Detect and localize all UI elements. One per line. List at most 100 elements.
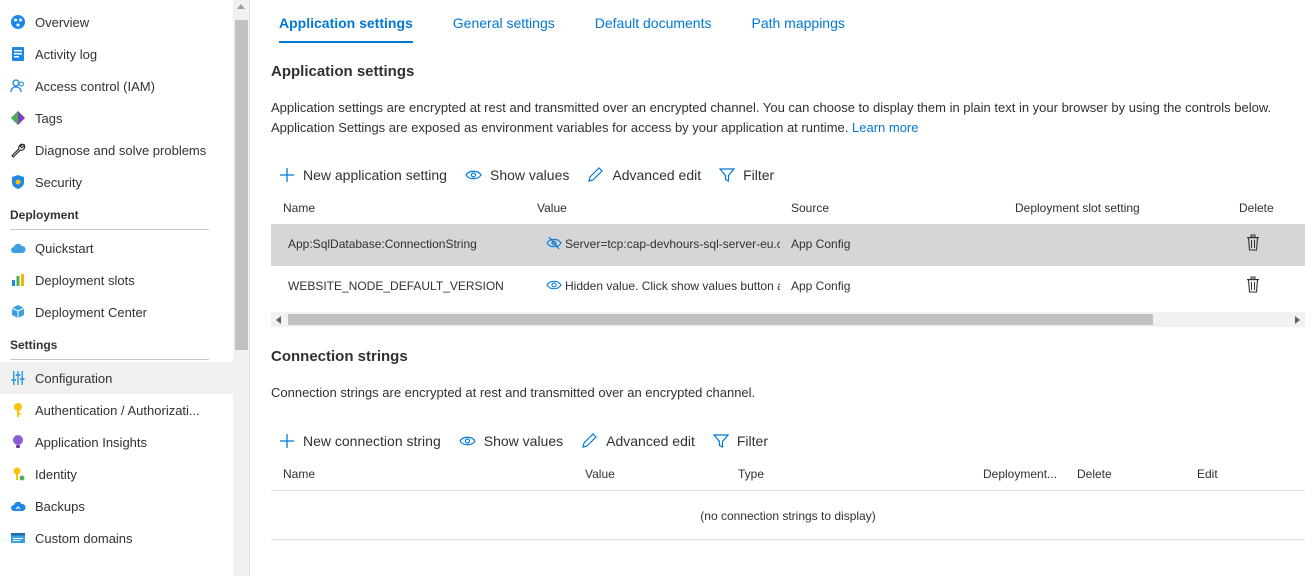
sidebar-section-settings: Settings <box>0 328 233 362</box>
column-header-name[interactable]: Name <box>283 467 315 481</box>
grid-divider <box>271 490 1305 491</box>
pencil-icon <box>588 167 604 182</box>
empty-state-message: (no connection strings to display) <box>700 509 876 523</box>
sidebar-item-overview[interactable]: Overview <box>0 6 233 38</box>
setting-value-text: Hidden value. Click show values button a <box>565 279 780 293</box>
show-values-label: Show values <box>489 167 570 183</box>
new-connection-string-label: New connection string <box>303 433 441 449</box>
setting-source: App Config <box>791 237 851 251</box>
app-settings-description: Application settings are encrypted at re… <box>271 98 1281 138</box>
wrench-icon <box>10 142 26 158</box>
eye-icon <box>546 280 562 290</box>
setting-name[interactable]: App:SqlDatabase:ConnectionString <box>288 237 477 251</box>
column-header-delete: Delete <box>1239 201 1274 215</box>
sidebar-item-label: Deployment Center <box>35 304 147 320</box>
sidebar-item-security[interactable]: Security <box>0 166 233 198</box>
pencil-icon <box>582 433 597 448</box>
filter-label: Filter <box>743 167 775 183</box>
learn-more-link[interactable]: Learn more <box>852 120 918 135</box>
filter-label: Filter <box>736 433 768 449</box>
trash-icon[interactable] <box>1246 276 1260 296</box>
bulb-icon <box>10 434 26 450</box>
column-header-deployment[interactable]: Deployment... <box>983 467 1057 481</box>
connection-strings-description: Connection strings are encrypted at rest… <box>271 385 756 400</box>
tab-path-mappings[interactable]: Path mappings <box>743 12 852 44</box>
column-header-edit: Edit <box>1197 467 1218 481</box>
scrollbar-thumb[interactable] <box>288 314 1153 325</box>
sidebar-item-quickstart[interactable]: Quickstart <box>0 232 233 264</box>
log-icon <box>10 46 26 62</box>
key-identity-icon <box>10 466 26 482</box>
new-application-setting-label: New application setting <box>303 167 447 183</box>
filter-button[interactable]: Filter <box>719 167 774 183</box>
sidebar-scrollbar[interactable] <box>233 0 249 576</box>
scroll-right-arrow-icon[interactable] <box>1295 316 1300 324</box>
sidebar-nav: Overview Activity log Access control (IA… <box>0 0 233 554</box>
new-application-setting-button[interactable]: New application setting <box>279 167 447 183</box>
column-header-source[interactable]: Source <box>791 201 829 215</box>
people-icon <box>10 78 26 94</box>
scroll-up-arrow-icon[interactable] <box>237 4 245 9</box>
column-header-name[interactable]: Name <box>283 201 315 215</box>
main-content: Application settings General settings De… <box>271 0 1305 576</box>
show-values-button[interactable]: Show values <box>459 433 563 449</box>
trash-icon[interactable] <box>1246 234 1260 254</box>
app-settings-title: Application settings <box>271 63 415 80</box>
setting-value[interactable]: Server=tcp:cap-devhours-sql-server-eu.c <box>546 236 780 251</box>
app-settings-desc-text: Application settings are encrypted at re… <box>271 100 1272 135</box>
scrollbar-thumb[interactable] <box>235 20 248 350</box>
app-settings-grid-header: Name Value Source Deployment slot settin… <box>271 195 1305 223</box>
table-row[interactable]: WEBSITE_NODE_DEFAULT_VERSION Hidden valu… <box>271 266 1305 308</box>
sidebar-item-configuration[interactable]: Configuration <box>0 362 233 394</box>
domain-icon <box>10 530 26 546</box>
tag-icon <box>10 110 26 126</box>
cloud-icon <box>10 240 26 256</box>
sidebar-item-tags[interactable]: Tags <box>0 102 233 134</box>
sidebar-item-application-insights[interactable]: Application Insights <box>0 426 233 458</box>
column-header-type[interactable]: Type <box>738 467 764 481</box>
tab-general-settings[interactable]: General settings <box>445 12 563 44</box>
sidebar-item-backups[interactable]: Backups <box>0 490 233 522</box>
sidebar-item-label: Overview <box>35 14 90 30</box>
sidebar-item-label: Custom domains <box>35 530 133 546</box>
sidebar-item-label: Identity <box>35 466 77 482</box>
advanced-edit-button[interactable]: Advanced edit <box>587 167 701 183</box>
sidebar-item-identity[interactable]: Identity <box>0 458 233 490</box>
advanced-edit-button[interactable]: Advanced edit <box>581 433 695 449</box>
setting-value[interactable]: Hidden value. Click show values button a <box>546 278 780 293</box>
tab-default-documents[interactable]: Default documents <box>587 12 720 44</box>
column-header-value[interactable]: Value <box>537 201 567 215</box>
sidebar: Overview Activity log Access control (IA… <box>0 0 250 576</box>
table-row[interactable]: App:SqlDatabase:ConnectionString Server=… <box>271 224 1305 266</box>
plus-icon <box>280 168 294 182</box>
sidebar-item-deployment-center[interactable]: Deployment Center <box>0 296 233 328</box>
setting-source: App Config <box>791 279 851 293</box>
sidebar-item-deployment-slots[interactable]: Deployment slots <box>0 264 233 296</box>
filter-icon <box>719 168 736 182</box>
new-connection-string-button[interactable]: New connection string <box>279 433 441 449</box>
filter-button[interactable]: Filter <box>712 433 768 449</box>
setting-value-text: Server=tcp:cap-devhours-sql-server-eu.c <box>565 237 780 251</box>
shield-icon <box>10 174 26 190</box>
column-header-slot-setting[interactable]: Deployment slot setting <box>1015 201 1140 215</box>
sidebar-item-authentication[interactable]: Authentication / Authorizati... <box>0 394 233 426</box>
scroll-left-arrow-icon[interactable] <box>276 316 281 324</box>
tab-application-settings[interactable]: Application settings <box>271 12 421 44</box>
sidebar-item-activity-log[interactable]: Activity log <box>0 38 233 70</box>
cube-icon <box>10 304 26 320</box>
grid-horizontal-scrollbar[interactable] <box>271 312 1305 327</box>
cloud-backup-icon <box>10 498 26 514</box>
column-header-value[interactable]: Value <box>585 467 615 481</box>
show-values-button[interactable]: Show values <box>465 167 569 183</box>
sidebar-item-label: Tags <box>35 110 63 126</box>
sidebar-item-label: Application Insights <box>35 434 148 450</box>
sidebar-item-custom-domains[interactable]: Custom domains <box>0 522 233 554</box>
advanced-edit-label: Advanced edit <box>612 167 702 183</box>
sidebar-item-label: Activity log <box>35 46 98 62</box>
sidebar-item-diagnose[interactable]: Diagnose and solve problems <box>0 134 233 166</box>
setting-name[interactable]: WEBSITE_NODE_DEFAULT_VERSION <box>288 279 504 293</box>
connection-strings-toolbar: New connection string Show values Advanc… <box>279 429 786 453</box>
sidebar-item-access-control[interactable]: Access control (IAM) <box>0 70 233 102</box>
app-settings-toolbar: New application setting Show values Adva… <box>279 163 792 187</box>
sidebar-item-label: Backups <box>35 498 85 514</box>
